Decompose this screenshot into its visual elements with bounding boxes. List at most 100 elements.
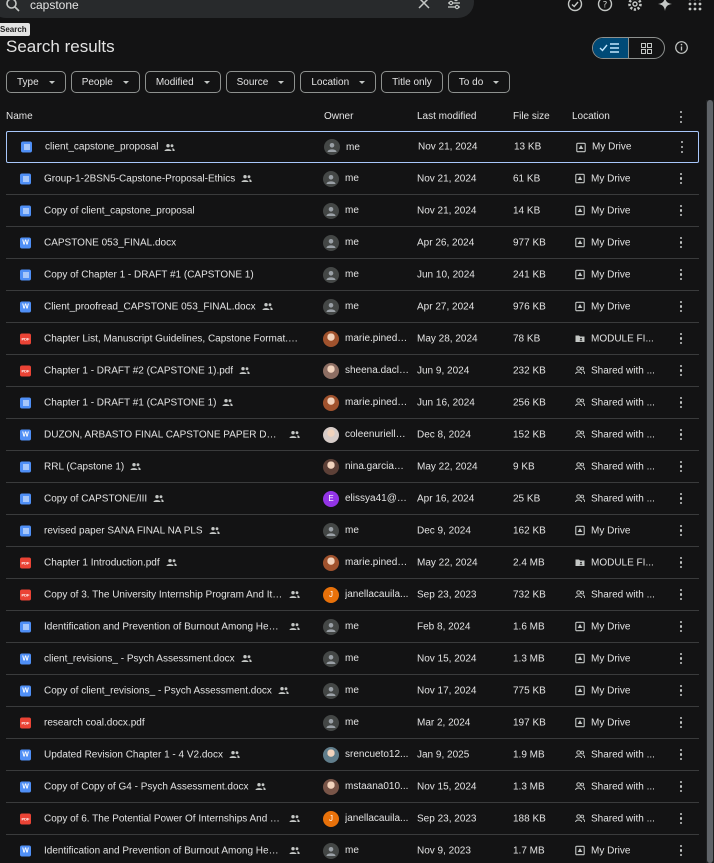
location-cell[interactable]: Shared with ... [575,781,665,792]
info-icon[interactable] [674,40,689,55]
offline-status-icon[interactable] [566,0,584,13]
filter-chip-source[interactable]: Source [225,71,296,93]
column-name[interactable]: Name [6,111,33,122]
table-row[interactable]: W CAPSTONE 053_FINAL.docx me Apr 26, 2024 97… [6,227,699,259]
location-cell[interactable]: My Drive [575,621,665,632]
more-actions-icon[interactable] [679,684,683,697]
filter-chip-type[interactable]: Type [6,71,66,93]
column-file-size[interactable]: File size [513,111,550,122]
table-row[interactable]: W DUZON, ARBASTO FINAL CAPSTONE PAPER DRA… [6,419,699,451]
file-name[interactable]: revised paper SANA FINAL NA PLS [44,525,203,536]
location-cell[interactable]: MODULE FI... [575,333,665,344]
location-cell[interactable]: My Drive [575,717,665,728]
table-row[interactable]: Copy of client_capstone_proposal me Nov 21… [6,195,699,227]
file-name[interactable]: Copy of Chapter 1 - DRAFT #1 (CAPSTONE 1… [44,269,254,280]
table-row[interactable]: Copy of Chapter 1 - DRAFT #1 (CAPSTONE 1… [6,259,699,291]
file-name[interactable]: Updated Revision Chapter 1 - 4 V2.docx [44,749,223,760]
file-name[interactable]: Client_proofread_CAPSTONE 053_FINAL.docx [44,301,256,312]
table-row[interactable]: Identification and Prevention of Burnout… [6,611,699,643]
table-row[interactable]: W Copy of Copy of G4 - Psych Assessment.d… [6,771,699,803]
scrollbar-thumb[interactable] [707,100,713,863]
more-actions-icon[interactable] [679,172,683,185]
help-icon[interactable]: ? [596,0,614,13]
more-actions-icon[interactable] [679,620,683,633]
apps-grid-icon[interactable] [686,0,704,13]
filter-chip-to-do[interactable]: To do [447,71,511,93]
table-row[interactable]: Wclient_revisions_ - Psych Assessment.do… [6,643,699,675]
filter-chip-location[interactable]: Location [300,71,377,93]
location-cell[interactable]: Shared with ... [575,397,665,408]
table-row[interactable]: PDF Copy of 3. The University Internship … [6,579,699,611]
more-actions-icon[interactable] [679,300,683,313]
column-last-modified[interactable]: Last modified [417,111,476,122]
table-row[interactable]: RRL (Capstone 1) nina.garcia@... May 22, 2… [6,451,699,483]
file-name[interactable]: Identification and Prevention of Burnout… [44,845,283,856]
file-name[interactable]: Chapter 1 - DRAFT #2 (CAPSTONE 1).pdf [44,365,233,376]
location-cell[interactable]: My Drive [575,653,665,664]
clear-search-icon[interactable] [416,0,432,11]
table-row[interactable]: W Client_proofread_CAPSTONE 053_FINAL.doc… [6,291,699,323]
more-actions-icon[interactable] [680,141,684,153]
table-row[interactable]: Group-1-2BSN5-Capstone-Proposal-Ethics me… [6,163,699,195]
location-cell[interactable]: My Drive [575,525,665,536]
location-cell[interactable]: My Drive [575,685,665,696]
column-location[interactable]: Location [572,111,610,122]
file-name[interactable]: Copy of 6. The Potential Power Of Intern… [44,813,283,824]
file-name[interactable]: Copy of client_capstone_proposal [44,205,195,216]
table-row[interactable]: W Identification and Prevention of Burnou… [6,835,699,863]
more-actions-icon[interactable] [679,780,683,793]
location-cell[interactable]: My Drive [575,237,665,248]
table-row[interactable]: PDF Chapter 1 Introduction.pdf marie.pined… [6,547,699,579]
location-cell[interactable]: My Drive [576,142,666,153]
table-row[interactable]: client_capstone_proposal me Nov 21, 2024 13… [6,131,699,163]
location-cell[interactable]: My Drive [575,269,665,280]
more-actions-icon[interactable] [679,748,683,761]
location-cell[interactable]: My Drive [575,205,665,216]
file-name[interactable]: Group-1-2BSN5-Capstone-Proposal-Ethics [44,173,235,184]
scrollbar[interactable] [706,100,714,863]
more-actions-icon[interactable] [679,332,683,345]
more-actions-icon[interactable] [679,460,683,473]
table-row[interactable]: Copy of CAPSTONE/III Eelissya41@g... Apr 1… [6,483,699,515]
more-actions-icon[interactable] [679,396,683,409]
filter-chip-title-only[interactable]: Title only [381,71,443,93]
more-actions-icon[interactable] [679,844,683,857]
column-owner[interactable]: Owner [324,111,353,122]
more-actions-icon[interactable] [679,652,683,665]
more-actions-icon[interactable] [679,428,683,441]
search-icon[interactable] [4,0,22,14]
file-name[interactable]: Chapter 1 Introduction.pdf [44,557,160,568]
location-cell[interactable]: Shared with ... [575,813,665,824]
file-name[interactable]: research coal.docx.pdf [44,717,145,728]
file-name[interactable]: Identification and Prevention of Burnout… [44,621,283,632]
location-cell[interactable]: My Drive [575,173,665,184]
file-name[interactable]: Copy of CAPSTONE/III [44,493,147,504]
list-view-button[interactable] [593,38,629,58]
more-actions-icon[interactable] [679,812,683,825]
location-cell[interactable]: Shared with ... [575,589,665,600]
location-cell[interactable]: Shared with ... [575,493,665,504]
more-actions-icon[interactable] [679,716,683,729]
table-row[interactable]: PDF Chapter 1 - DRAFT #2 (CAPSTONE 1).pdf… [6,355,699,387]
more-actions-icon[interactable] [679,492,683,505]
table-row[interactable]: W Copy of client_revisions_ - Psych Asses… [6,675,699,707]
table-row[interactable]: W Updated Revision Chapter 1 - 4 V2.docx s… [6,739,699,771]
more-actions-icon[interactable] [679,268,683,281]
file-name[interactable]: Chapter 1 - DRAFT #1 (CAPSTONE 1) [44,397,216,408]
table-row[interactable]: PDF Chapter List, Manuscript Guidelines, … [6,323,699,355]
table-row[interactable]: revised paper SANA FINAL NA PLS me Dec 9, … [6,515,699,547]
more-actions-icon[interactable] [679,556,683,569]
file-name[interactable]: client_capstone_proposal [45,142,158,153]
table-row[interactable]: Chapter 1 - DRAFT #1 (CAPSTONE 1) marie.p… [6,387,699,419]
file-name[interactable]: Chapter List, Manuscript Guidelines, Cap… [44,333,300,344]
filter-chip-people[interactable]: People [70,71,140,93]
file-name[interactable]: RRL (Capstone 1) [44,461,124,472]
file-name[interactable]: DUZON, ARBASTO FINAL CAPSTONE PAPER DRAF… [44,429,283,440]
location-cell[interactable]: MODULE FI... [575,557,665,568]
search-options-icon[interactable] [446,0,462,11]
table-row[interactable]: PDF Copy of 6. The Potential Power Of Int… [6,803,699,835]
location-cell[interactable]: My Drive [575,845,665,856]
file-name[interactable]: Copy of client_revisions_ - Psych Assess… [44,685,272,696]
table-row[interactable]: PDF research coal.docx.pdf me Mar 2, 2024 19… [6,707,699,739]
location-cell[interactable]: Shared with ... [575,461,665,472]
